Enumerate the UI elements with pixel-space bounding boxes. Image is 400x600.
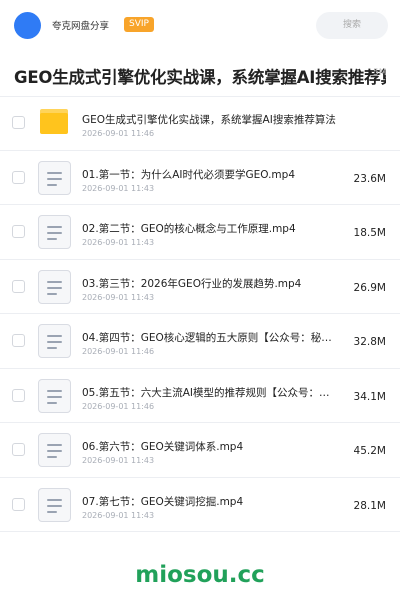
file-size: 23.6M (353, 172, 386, 185)
file-size: 18.5M (353, 227, 386, 239)
file-date: 2026-09-01 11:46 (82, 401, 155, 411)
file-name: 01.第一节：为什么AI时代必须要学GEO.mp4 (82, 168, 295, 181)
document-icon (38, 487, 71, 522)
search-input[interactable]: 搜索 (316, 12, 388, 39)
document-icon (38, 324, 71, 358)
document-icon (38, 215, 71, 249)
file-row[interactable]: 04.第四节：GEO核心逻辑的五大原则【公众号：秘… 2026-09-01 11… (0, 314, 400, 369)
file-row[interactable]: 07.第七节：GEO关键词挖掘.mp4 2026-09-01 11:43 28.… (0, 478, 400, 532)
row-checkbox[interactable] (12, 116, 25, 129)
file-row[interactable]: 03.第三节：2026年GEO行业的发展趋势.mp4 2026-09-01 11… (0, 260, 400, 314)
file-date: 2026-09-01 11:43 (82, 183, 155, 193)
page-title: GEO生成式引擎优化实战课，系统掌握AI搜索推荐算法 (14, 68, 386, 87)
header: 夸克网盘分享 SVIP 搜索 (0, 0, 400, 52)
file-name: 04.第四节：GEO核心逻辑的五大原则【公众号：秘… (82, 332, 332, 344)
file-size: 34.1M (353, 390, 386, 403)
file-row[interactable]: 06.第六节：GEO关键词体系.mp4 2026-09-01 11:43 45.… (0, 423, 400, 478)
file-name: 05.第五节：六大主流AI模型的推荐规则【公众号：… (82, 386, 330, 399)
document-icon (38, 378, 71, 413)
row-checkbox[interactable] (12, 334, 25, 347)
svip-badge: SVIP (124, 17, 154, 32)
file-name: 02.第二节：GEO的核心概念与工作原理.mp4 (82, 223, 296, 235)
document-icon (38, 269, 71, 304)
row-checkbox[interactable] (12, 443, 25, 456)
file-date: 2026-09-01 11:46 (82, 129, 155, 138)
document-icon (38, 433, 71, 467)
file-size: 28.1M (353, 499, 386, 512)
row-checkbox[interactable] (12, 388, 25, 402)
document-icon (38, 160, 71, 195)
file-name: 06.第六节：GEO关键词体系.mp4 (82, 441, 244, 453)
file-name: 07.第七节：GEO关键词挖掘.mp4 (82, 495, 244, 508)
file-date: 2026-09-01 11:43 (82, 456, 155, 465)
file-size: 45.2M (353, 445, 386, 457)
folder-icon (38, 106, 71, 140)
file-date: 2026-09-01 11:46 (82, 347, 155, 356)
file-name: 03.第三节：2026年GEO行业的发展趋势.mp4 (82, 277, 302, 290)
file-date: 2026-09-01 11:43 (82, 292, 155, 302)
file-size: 26.9M (353, 281, 386, 294)
file-row[interactable]: 02.第二节：GEO的核心概念与工作原理.mp4 2026-09-01 11:4… (0, 205, 400, 260)
file-date: 2026-09-01 11:43 (82, 238, 155, 247)
file-date: 2026-09-01 11:43 (82, 510, 155, 520)
file-row[interactable]: 01.第一节：为什么AI时代必须要学GEO.mp4 2026-09-01 11:… (0, 151, 400, 205)
avatar[interactable] (14, 12, 41, 39)
file-list: GEO生成式引擎优化实战课，系统掌握AI搜索推荐算法 2026-09-01 11… (0, 96, 400, 532)
row-checkbox[interactable] (12, 170, 25, 184)
file-name: GEO生成式引擎优化实战课，系统掌握AI搜索推荐算法 (82, 114, 336, 126)
watermark-text: miosou.cc (135, 562, 265, 588)
file-size: 32.8M (353, 336, 386, 348)
row-checkbox[interactable] (12, 497, 25, 511)
title-size: 5M (373, 68, 387, 78)
row-checkbox[interactable] (12, 279, 25, 293)
row-checkbox[interactable] (12, 225, 25, 238)
app-name: 夸克网盘分享 (52, 21, 110, 32)
file-row[interactable]: 05.第五节：六大主流AI模型的推荐规则【公众号：… 2026-09-01 11… (0, 369, 400, 423)
file-row-folder[interactable]: GEO生成式引擎优化实战课，系统掌握AI搜索推荐算法 2026-09-01 11… (0, 96, 400, 151)
